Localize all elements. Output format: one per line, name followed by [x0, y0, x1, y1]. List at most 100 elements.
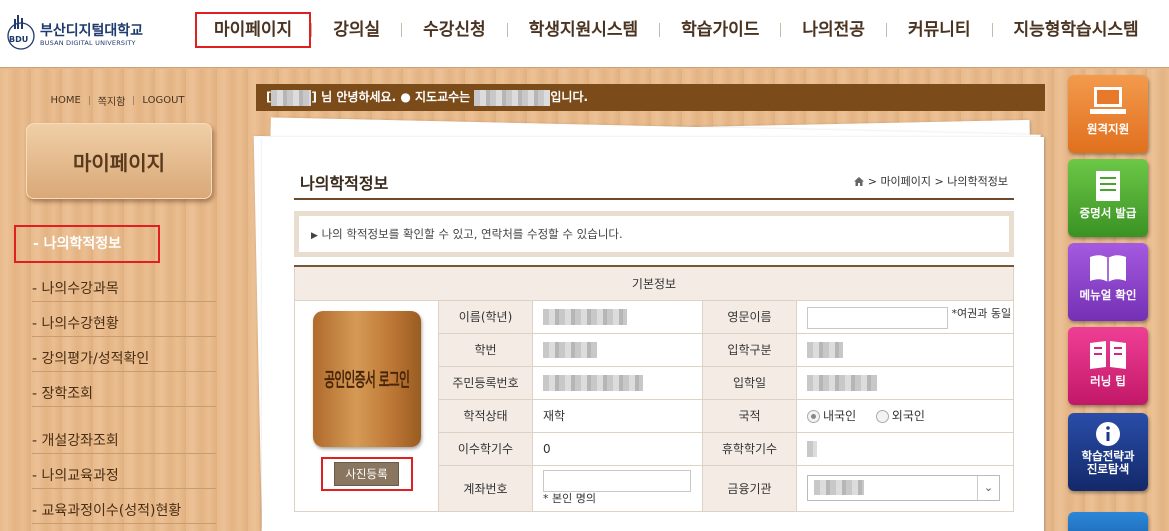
sidebar-item-label: - 나의수강현황 [32, 316, 119, 332]
notice-box: ▶ 나의 학적정보를 확인할 수 있고, 연락처를 수정할 수 있습니다. [294, 211, 1014, 257]
value-admission-type [796, 332, 1014, 367]
nav-mypage[interactable]: 마이페이지 [195, 12, 312, 48]
laptop-icon [1090, 87, 1126, 114]
quick-label: 학습전략과 진로탐색 [1081, 449, 1135, 476]
top-header: BDU 부산디지털대학교 BUSAN DIGITAL UNIVERSITY 마이… [0, 0, 1169, 68]
sidebar-item-open-courses[interactable]: - 개설강좌조회 [32, 428, 216, 454]
value-credits: 0 [532, 431, 703, 466]
breadcrumb-current: 나의학적정보 [947, 175, 1008, 188]
sidebar-item-label: - 개설강좌조회 [32, 433, 119, 449]
logo-mark-text: BDU [9, 35, 28, 44]
notice-text: 나의 학적정보를 확인할 수 있고, 연락처를 수정할 수 있습니다. [321, 227, 623, 241]
value-eng-name: *여권과 동일 [796, 299, 1014, 334]
value-resident-no [532, 365, 703, 400]
photo-cell: 공인인증서 로그인 사진등록 [294, 299, 439, 512]
label-student-no: 학번 [438, 332, 533, 367]
sidebar-item-my-academic-info[interactable]: - 나의학적정보 [14, 225, 160, 263]
radio-foreign[interactable] [875, 410, 889, 423]
welcome-suffix: 입니다. [550, 90, 589, 104]
eng-name-input[interactable] [807, 306, 948, 329]
book-icon [1090, 255, 1126, 282]
global-nav: 마이페이지 강의실 수강신청 학생지원시스템 학습가이드 나의전공 커뮤니티 지… [195, 12, 1143, 48]
sidebar-item-scholarship[interactable]: - 장학조회 [32, 381, 216, 407]
nav-student-support[interactable]: 학생지원시스템 [508, 12, 659, 48]
sidebar-item-label: - 강의평가/성적확인 [32, 351, 150, 367]
label-name: 이름(학년) [438, 299, 533, 334]
redacted-advisor-name [474, 89, 551, 106]
quick-label: 증명서 발급 [1079, 206, 1137, 220]
document-icon [1096, 171, 1120, 201]
left-sidebar: HOME 쪽지함 LOGOUT 마이페이지 - 나의학적정보 - 나의수강과목 … [0, 69, 235, 531]
certificate-login-button[interactable]: 공인인증서 로그인 [312, 310, 421, 447]
value-bank: ⌄ [796, 464, 1014, 512]
nav-community[interactable]: 커뮤니티 [887, 12, 992, 48]
nav-my-major[interactable]: 나의전공 [781, 12, 886, 48]
util-divider [88, 96, 90, 105]
advisor-label: 지도교수는 [414, 90, 471, 104]
label-resident-no: 주민등록번호 [438, 365, 533, 400]
welcome-bar: [] 님 안녕하세요. ● 지도교수는 입니다. [256, 84, 1045, 111]
sidebar-item-label: - 나의학적정보 [33, 236, 121, 252]
value-name [532, 299, 703, 334]
nav-classroom[interactable]: 강의실 [312, 12, 401, 48]
label-admission-date: 입학일 [702, 365, 797, 400]
value-status: 재학 [532, 398, 703, 433]
radio-domestic[interactable] [807, 410, 820, 423]
breadcrumb-separator: > [934, 175, 944, 188]
utility-links: HOME 쪽지함 LOGOUT [0, 93, 235, 108]
sidebar-item-label: - 나의수강과목 [32, 281, 119, 297]
university-logo[interactable]: BDU 부산디지털대학교 BUSAN DIGITAL UNIVERSITY [6, 12, 186, 52]
quick-next-item[interactable] [1068, 512, 1148, 531]
certificate-login-label: 공인인증서 로그인 [323, 369, 410, 391]
breadcrumb-mypage[interactable]: 마이페이지 [880, 175, 931, 188]
basic-info-table: 기본정보 공인인증서 로그인 사진등록 이름(학년) 영문이름 *여권과 동일 … [294, 265, 1014, 512]
home-link[interactable]: HOME [50, 95, 80, 106]
nav-learning-guide[interactable]: 학습가이드 [660, 12, 780, 48]
content-panel: 나의학적정보 > 마이페이지 > 나의학적정보 ▶ 나의 학적정보를 확인할 수… [262, 137, 1044, 531]
home-icon[interactable] [854, 177, 865, 186]
sidebar-item-label: - 나의교육과정 [32, 468, 119, 484]
account-note: * 본인 명의 [543, 492, 596, 505]
sidebar-item-label: - 장학조회 [32, 386, 94, 402]
quick-learning-tip[interactable]: 러닝 팁 [1068, 327, 1148, 405]
quick-label: 러닝 팁 [1090, 374, 1126, 388]
label-credits: 이수학기수 [438, 431, 533, 466]
quick-label: 원격지원 [1086, 122, 1130, 136]
logout-link[interactable]: LOGOUT [142, 95, 184, 106]
quick-remote-support[interactable]: 원격지원 [1068, 75, 1148, 153]
welcome-greeting: ] 님 안녕하세요. [311, 90, 397, 104]
quick-certificate[interactable]: 증명서 발급 [1068, 159, 1148, 237]
util-divider [133, 96, 135, 105]
nav-intelligent-learning[interactable]: 지능형학습시스템 [993, 12, 1143, 48]
triangle-bullet-icon: ▶ [311, 231, 318, 241]
eng-name-note: *여권과 동일 [951, 306, 1012, 320]
radio-foreign-label: 외국인 [891, 409, 925, 423]
quick-strategy-career[interactable]: 학습전략과 진로탐색 [1068, 413, 1148, 491]
bank-select[interactable]: ⌄ [807, 475, 1000, 501]
chevron-down-icon: ⌄ [977, 476, 999, 500]
page-title: 나의학적정보 [300, 174, 389, 193]
university-emblem-icon: BDU [7, 15, 35, 50]
quick-manual[interactable]: 메뉴얼 확인 [1068, 243, 1148, 321]
sidebar-item-my-curriculum[interactable]: - 나의교육과정 [32, 463, 216, 489]
value-nationality: 내국인 외국인 [796, 398, 1014, 433]
sidebar-item-curriculum-completion[interactable]: - 교육과정이수(성적)현황 [32, 498, 216, 524]
title-divider [294, 198, 1014, 200]
sidebar-item-evaluation-grades[interactable]: - 강의평가/성적확인 [32, 346, 216, 372]
radio-domestic-label: 내국인 [823, 409, 857, 423]
logo-english-name: BUSAN DIGITAL UNIVERSITY [40, 39, 136, 47]
section-header: 기본정보 [294, 265, 1014, 301]
label-nationality: 국적 [702, 398, 797, 433]
nav-registration[interactable]: 수강신청 [402, 12, 507, 48]
label-bank: 금융기관 [702, 464, 797, 512]
photo-register-button[interactable]: 사진등록 [334, 461, 399, 486]
open-book-icon [1090, 341, 1126, 369]
value-account: * 본인 명의 [532, 464, 703, 512]
message-box-link[interactable]: 쪽지함 [98, 93, 126, 108]
redacted-bank [814, 480, 864, 495]
account-input[interactable] [543, 470, 691, 492]
sidebar-item-course-status[interactable]: - 나의수강현황 [32, 311, 216, 337]
sidebar-title: 마이페이지 [26, 123, 212, 199]
sidebar-item-my-courses[interactable]: - 나의수강과목 [32, 276, 216, 302]
label-eng-name: 영문이름 [702, 299, 797, 334]
